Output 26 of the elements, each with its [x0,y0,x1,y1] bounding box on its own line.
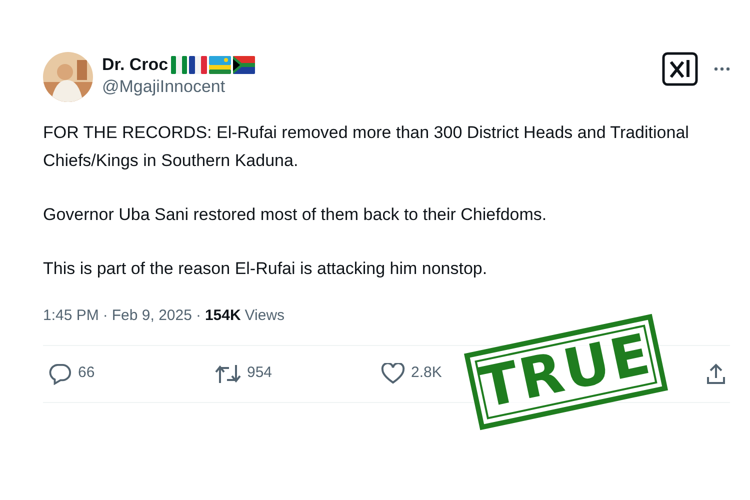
more-icon[interactable] [714,67,730,71]
flag-icon [171,56,188,74]
separator-dot: · [102,306,108,326]
verdict-stamp: TRUE [464,314,668,430]
flag-icon [233,56,256,74]
share-icon[interactable] [706,362,726,384]
repost-icon[interactable] [215,362,241,384]
author-handle[interactable]: @MgajiInnocent [102,76,256,98]
author-name[interactable]: Dr. Croc [102,54,168,76]
action-count: 66 [78,363,95,384]
reply-icon[interactable] [49,362,72,384]
tweet-text: This is part of the reason El-Rufai is attacking him nonstop. [43,258,488,280]
tweet-text: FOR THE RECORDS: El-Rufai removed more than 300 District Heads and Traditional Chiefs/Kings in Southern Kaduna. [43,122,690,172]
action-count: 2.8K [411,363,442,384]
tweet-date[interactable]: Feb 9, 2025 [112,305,192,328]
separator-dot: · [196,306,201,326]
views-count: 154K [204,306,241,326]
views-label: Views [244,306,285,326]
tweet-time[interactable]: 1:45 PM [43,305,99,328]
heart-icon[interactable] [381,363,405,384]
flag-icon [209,56,232,74]
logo-icon[interactable] [662,52,698,86]
action-count: 954 [247,363,272,384]
tweet-text: Governor Uba Sani restored most of them back to their Chiefdoms. [43,204,548,226]
avatar[interactable] [43,52,93,102]
flag-icon [189,56,208,74]
